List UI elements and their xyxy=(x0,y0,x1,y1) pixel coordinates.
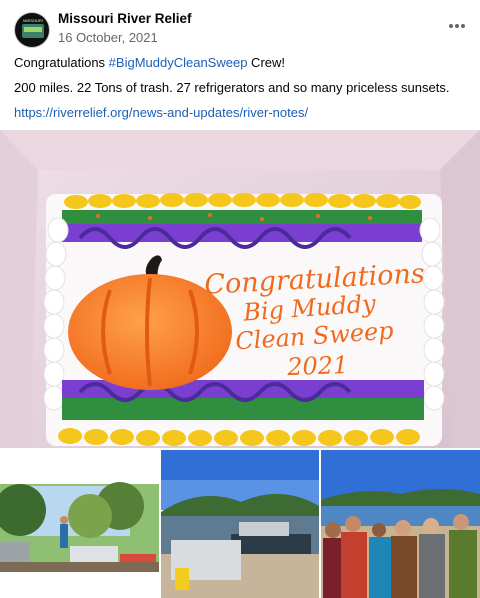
page-name[interactable]: Missouri River Relief xyxy=(58,11,192,26)
riverbank-illustration xyxy=(0,450,159,598)
photo-boats-river[interactable] xyxy=(161,450,319,598)
post-text-line-1: Congratulations #BigMuddyCleanSweep Crew… xyxy=(14,55,285,70)
avatar-logo-text: MISSOURI xyxy=(23,18,43,23)
page-avatar[interactable]: MISSOURI xyxy=(14,12,50,48)
post-text-intro: Congratulations xyxy=(14,55,109,70)
post-header: MISSOURI Missouri River Relief 16 Octobe… xyxy=(0,0,480,50)
post-text-crew: Crew! xyxy=(247,55,285,70)
post-text-line-2: 200 miles. 22 Tons of trash. 27 refriger… xyxy=(14,80,450,95)
photo-crew-group[interactable] xyxy=(321,450,480,598)
more-dot xyxy=(455,24,459,28)
crew-illustration xyxy=(321,450,480,598)
more-dot xyxy=(461,24,465,28)
external-link[interactable]: https://riverrelief.org/news-and-updates… xyxy=(14,105,308,120)
more-options-icon[interactable] xyxy=(444,13,470,39)
boats-illustration xyxy=(161,450,319,598)
post-timestamp[interactable]: 16 October, 2021 xyxy=(58,30,158,45)
hashtag-link[interactable]: #BigMuddyCleanSweep xyxy=(109,55,248,70)
post-link-line: https://riverrelief.org/news-and-updates… xyxy=(14,105,308,120)
cake-illustration: CongratulationsBig MuddyClean Sweep2021 xyxy=(0,130,480,448)
cake-icing-text: 2021 xyxy=(286,351,349,381)
more-dot xyxy=(449,24,453,28)
avatar-logo-band xyxy=(24,27,42,32)
photo-cake[interactable]: Congratulations Big Muddy Clean Sweep 2021 xyxy=(0,130,480,448)
photo-volunteer-riverbank[interactable] xyxy=(0,450,159,598)
